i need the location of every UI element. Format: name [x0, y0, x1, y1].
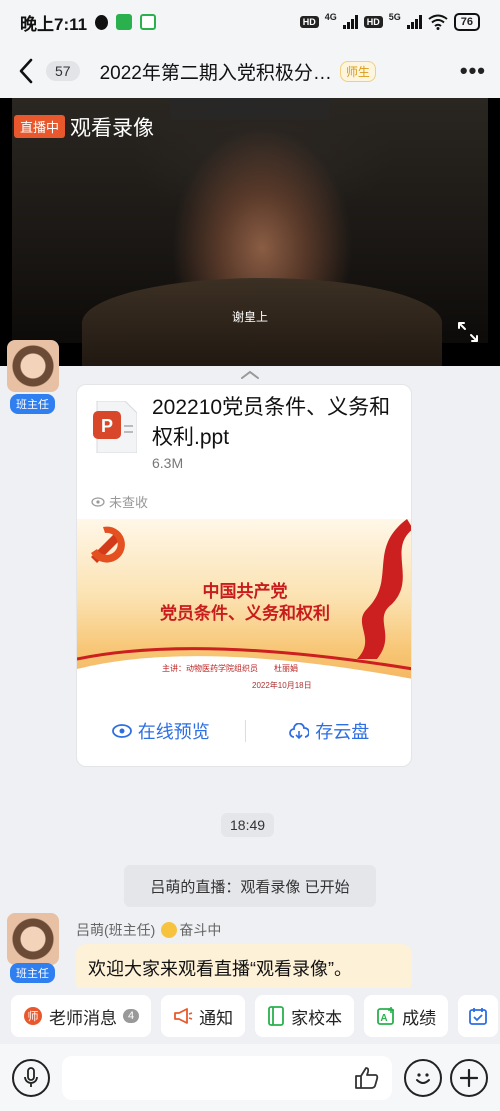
file-message-card[interactable]: P 202210党员条件、义务和权利.ppt 6.3M 未查收 中国共产党 党员…	[76, 384, 412, 767]
plus-icon	[460, 1068, 478, 1087]
message-bubble[interactable]: 欢迎大家来观看直播“观看录像”。	[76, 944, 412, 992]
slide-preview[interactable]: 中国共产党 党员条件、义务和权利 主讲：动物医药学院组织员 杜丽娟 2022年1…	[77, 519, 411, 694]
thumbs-up-icon[interactable]	[354, 1066, 380, 1090]
teacher-messages-label: 老师消息	[49, 1008, 117, 1028]
file-status-label: 未查收	[109, 495, 149, 510]
sender-name: 吕萌(班主任)	[76, 922, 156, 938]
notebook-icon	[268, 1006, 285, 1026]
status-time: 晚上7:11	[20, 14, 88, 34]
video-subtitle: 谢皇上	[231, 310, 268, 324]
role-chip: 班主任	[10, 963, 55, 983]
microphone-icon	[24, 1066, 38, 1087]
signal-icon-2	[406, 15, 422, 29]
avatar	[7, 340, 59, 392]
ppt-file-icon: P	[93, 401, 137, 453]
notice-button[interactable]: 通知	[161, 995, 246, 1037]
network-type-2: 5G	[388, 12, 401, 22]
save-label: 存云盘	[315, 722, 370, 742]
grades-button[interactable]: A 成绩	[364, 995, 449, 1037]
teacher-messages-button[interactable]: 师 老师消息 4	[11, 995, 152, 1037]
eye-icon	[111, 724, 132, 738]
role-tag: 师生	[339, 60, 376, 82]
preview-online-button[interactable]: 在线预览	[77, 718, 245, 744]
checkin-button[interactable]	[458, 995, 499, 1037]
status-emoji-icon	[161, 922, 178, 938]
sender-avatar-top[interactable]: 班主任	[7, 340, 59, 414]
quick-action-bar: 师 老师消息 4 通知 家校本 A 成绩	[0, 988, 500, 1044]
hd-badge-2: HD	[363, 16, 383, 28]
role-chip: 班主任	[10, 394, 55, 414]
unread-count-badge: 57	[46, 61, 80, 81]
chevron-left-icon	[19, 58, 33, 84]
more-menu-button[interactable]: •••	[460, 58, 486, 84]
slide-title-line2: 党员条件、义务和权利	[160, 604, 330, 623]
teacher-messages-count: 4	[123, 1009, 140, 1023]
smiley-icon	[416, 1072, 430, 1084]
svg-text:A: A	[381, 1013, 388, 1024]
file-read-status: 未查收	[91, 492, 148, 511]
voice-button[interactable]	[12, 1058, 50, 1097]
input-bar	[0, 1044, 500, 1111]
fullscreen-icon[interactable]	[456, 320, 480, 344]
sender-avatar[interactable]: 班主任	[7, 913, 59, 983]
sender-info: 吕萌(班主任) 奋斗中	[76, 920, 221, 940]
back-button[interactable]	[14, 56, 38, 86]
wifi-icon	[428, 14, 448, 30]
network-type: 4G	[324, 12, 337, 22]
slide-presenter: 主讲：动物医药学院组织员 杜丽娟	[162, 664, 298, 673]
teacher-message-icon: 师	[24, 1007, 42, 1025]
grades-icon: A	[377, 1007, 395, 1025]
page-title: 2022年第二期入党积极分…	[99, 62, 332, 84]
hd-badge: HD	[299, 16, 319, 28]
homework-button[interactable]: 家校本	[255, 995, 355, 1037]
screen-share-toolbar	[170, 98, 330, 120]
file-size: 6.3M	[152, 455, 184, 471]
qq-icon	[95, 14, 109, 30]
signal-icon	[342, 15, 358, 29]
live-title: 观看录像	[70, 117, 154, 140]
preview-label: 在线预览	[137, 722, 210, 742]
cloud-save-icon	[289, 723, 310, 739]
svg-text:师: 师	[28, 1010, 39, 1023]
eye-icon	[91, 496, 105, 507]
save-to-cloud-button[interactable]: 存云盘	[246, 718, 412, 744]
nav-bar: 57 2022年第二期入党积极分… 师生 •••	[0, 44, 500, 98]
message-input[interactable]	[62, 1055, 392, 1100]
grades-label: 成绩	[402, 1008, 437, 1028]
party-emblem-icon	[91, 526, 125, 563]
collapse-handle-icon[interactable]	[240, 369, 260, 381]
live-video-player[interactable]: 直播中 观看录像 谢皇上	[0, 98, 500, 366]
file-name: 202210党员条件、义务和权利.ppt	[152, 396, 391, 449]
more-actions-button[interactable]	[450, 1058, 488, 1097]
status-bar: 晚上7:11 HD 4G HD 5G 76	[0, 0, 500, 44]
battery-indicator: 76	[453, 13, 480, 31]
notice-label: 通知	[199, 1008, 234, 1028]
wechat-icon	[116, 14, 133, 30]
avatar	[7, 913, 59, 965]
app-notification-icon	[140, 14, 157, 30]
emoji-button[interactable]	[404, 1058, 442, 1097]
sender-status: 奋斗中	[179, 922, 222, 938]
megaphone-icon	[174, 1008, 193, 1024]
slide-date: 2022年10月18日	[252, 681, 312, 690]
message-text: 欢迎大家来观看直播“观看录像”。	[88, 959, 352, 979]
calendar-check-icon	[469, 1008, 488, 1025]
svg-text:P: P	[101, 416, 113, 436]
file-actions: 在线预览 存云盘	[77, 694, 412, 766]
time-divider: 18:49	[221, 813, 275, 837]
live-badge: 直播中	[14, 115, 66, 138]
system-message: 吕萌的直播：观看录像 已开始	[124, 865, 376, 907]
homework-label: 家校本	[291, 1008, 343, 1028]
